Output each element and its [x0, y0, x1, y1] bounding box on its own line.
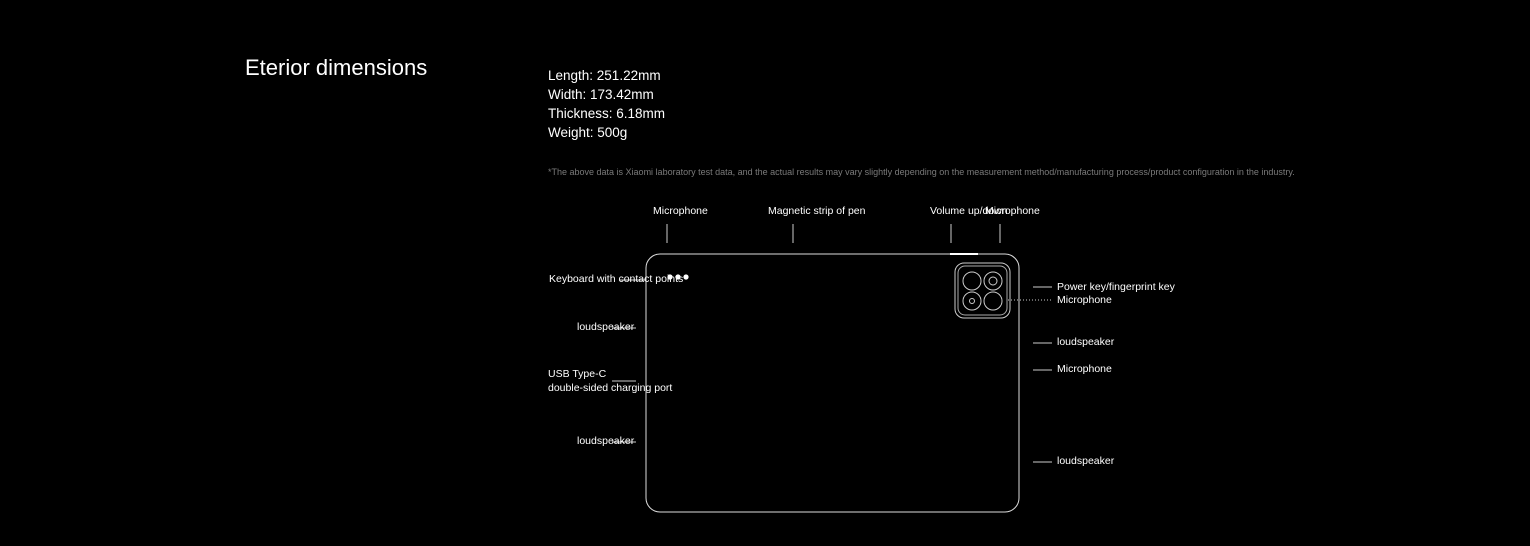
label-magnetic-strip: Magnetic strip of pen — [768, 205, 866, 217]
tablet-outline — [645, 253, 1020, 513]
label-loudspeaker-left-2: loudspeaker — [577, 435, 635, 447]
label-loudspeaker-right-2: loudspeaker — [1057, 455, 1115, 467]
label-usb-charging-port: double-sided charging port — [548, 382, 673, 394]
camera-lens-4 — [983, 291, 1003, 311]
tablet-diagram: ooo xiaomi — [612, 224, 1052, 513]
camera-lens-2-inner — [988, 276, 998, 286]
contact-point-icon — [683, 274, 689, 280]
brand-logo-text: xiaomi — [696, 273, 725, 282]
label-microphone-right: Microphone — [1057, 363, 1112, 375]
label-usb-type-c: USB Type-C — [548, 368, 607, 380]
camera-lens-2 — [983, 271, 1003, 291]
camera-lens-dots: ooo — [965, 277, 979, 286]
label-loudspeaker-right-1: loudspeaker — [1057, 336, 1115, 348]
label-loudspeaker-left-1: loudspeaker — [577, 321, 635, 333]
camera-flash-icon — [969, 298, 975, 304]
camera-module-outline — [954, 262, 1011, 319]
label-power-key: Power key/fingerprint key — [1057, 281, 1175, 293]
label-keyboard-contacts: Keyboard with contact points — [549, 273, 684, 285]
camera-lens-3 — [962, 291, 982, 311]
label-microphone-top: Microphone — [653, 205, 708, 217]
label-microphone-top-right: Microphone — [985, 205, 1040, 217]
label-microphone-camera: Microphone — [1057, 294, 1112, 306]
